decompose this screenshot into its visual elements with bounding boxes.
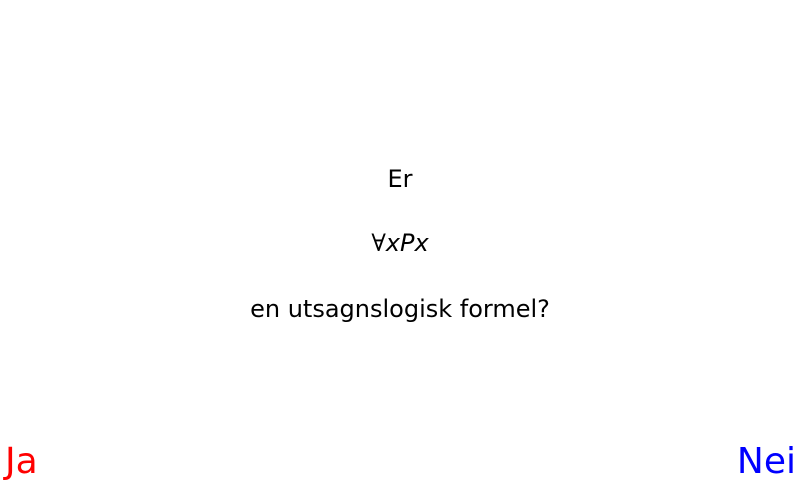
- formula-predicate: P: [400, 229, 415, 257]
- formula: ∀xPx: [0, 229, 800, 257]
- forall-symbol: ∀: [371, 229, 386, 257]
- formula-expression: ∀xPx: [371, 229, 428, 257]
- answer-no-button[interactable]: Nei: [737, 442, 796, 480]
- question-prefix: Er: [387, 165, 413, 193]
- quiz-slide: Er ∀xPx en utsagnslogisk formel? Ja Nei: [0, 0, 800, 480]
- answer-yes-button[interactable]: Ja: [5, 442, 38, 480]
- formula-variable: x: [385, 229, 400, 257]
- formula-argument: x: [414, 229, 429, 257]
- question-suffix: en utsagnslogisk formel?: [250, 295, 550, 323]
